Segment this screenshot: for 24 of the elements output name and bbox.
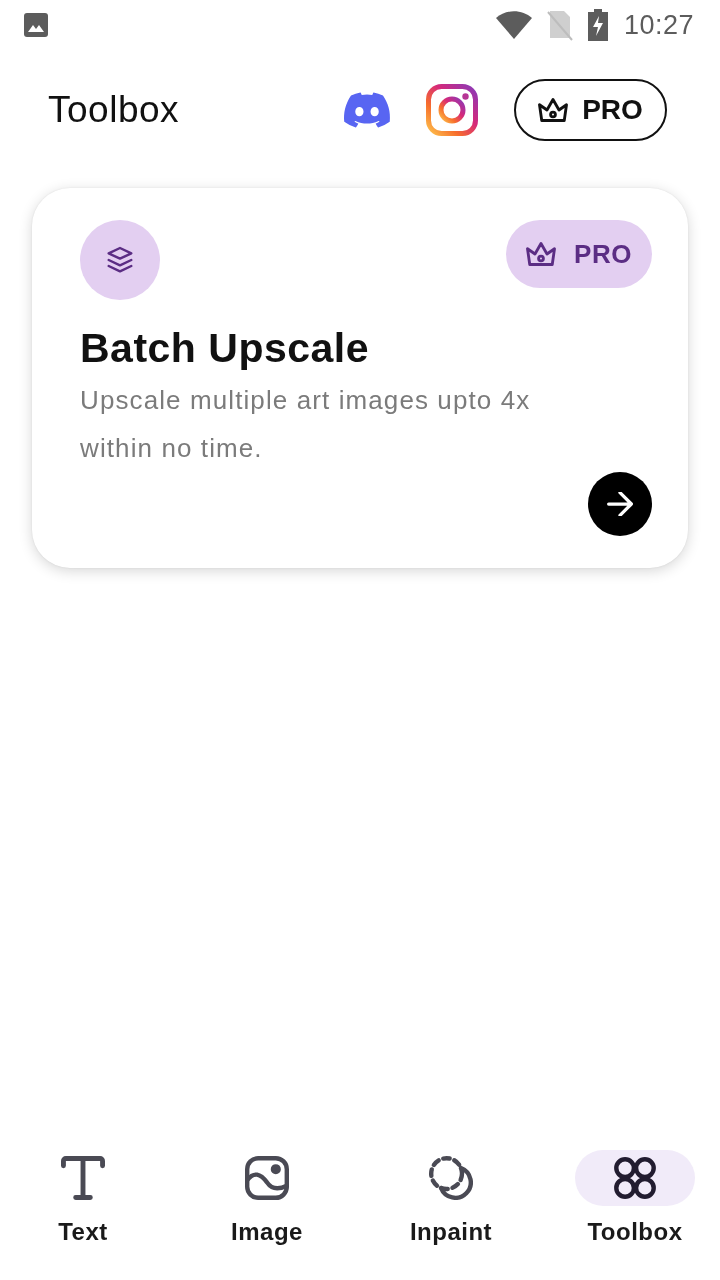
status-time: 10:27: [623, 9, 694, 41]
layers-icon: [80, 220, 160, 300]
arrow-right-icon: [607, 492, 633, 516]
page-title: Toolbox: [48, 89, 180, 131]
grid-circles-icon: [613, 1156, 657, 1200]
battery-charging-icon: [587, 9, 608, 41]
wifi-icon: [495, 11, 532, 39]
nav-item[interactable]: Image: [197, 1150, 337, 1246]
overlapping-circles-icon: [429, 1156, 473, 1200]
badge-label: PRO: [574, 238, 632, 270]
text-icon: [61, 1156, 105, 1200]
feature-card[interactable]: PRO Batch Upscale Upscale multiple art images upto 4x within no time.: [32, 188, 688, 568]
image-icon: [24, 13, 48, 37]
nav-item[interactable]: Text: [13, 1150, 153, 1246]
crown-icon: [526, 239, 557, 269]
image-icon: [245, 1156, 289, 1200]
card-description: Upscale multiple art images upto 4x within no time.: [80, 384, 532, 465]
card-title: Batch Upscale: [80, 324, 371, 373]
nav-item[interactable]: Inpaint: [381, 1150, 521, 1246]
pro-button[interactable]: PRO: [514, 79, 667, 141]
camera-logo-icon[interactable]: [426, 84, 478, 136]
crown-icon: [538, 95, 569, 125]
no-sim-icon: [545, 9, 574, 41]
nav-item[interactable]: Toolbox: [565, 1150, 705, 1246]
